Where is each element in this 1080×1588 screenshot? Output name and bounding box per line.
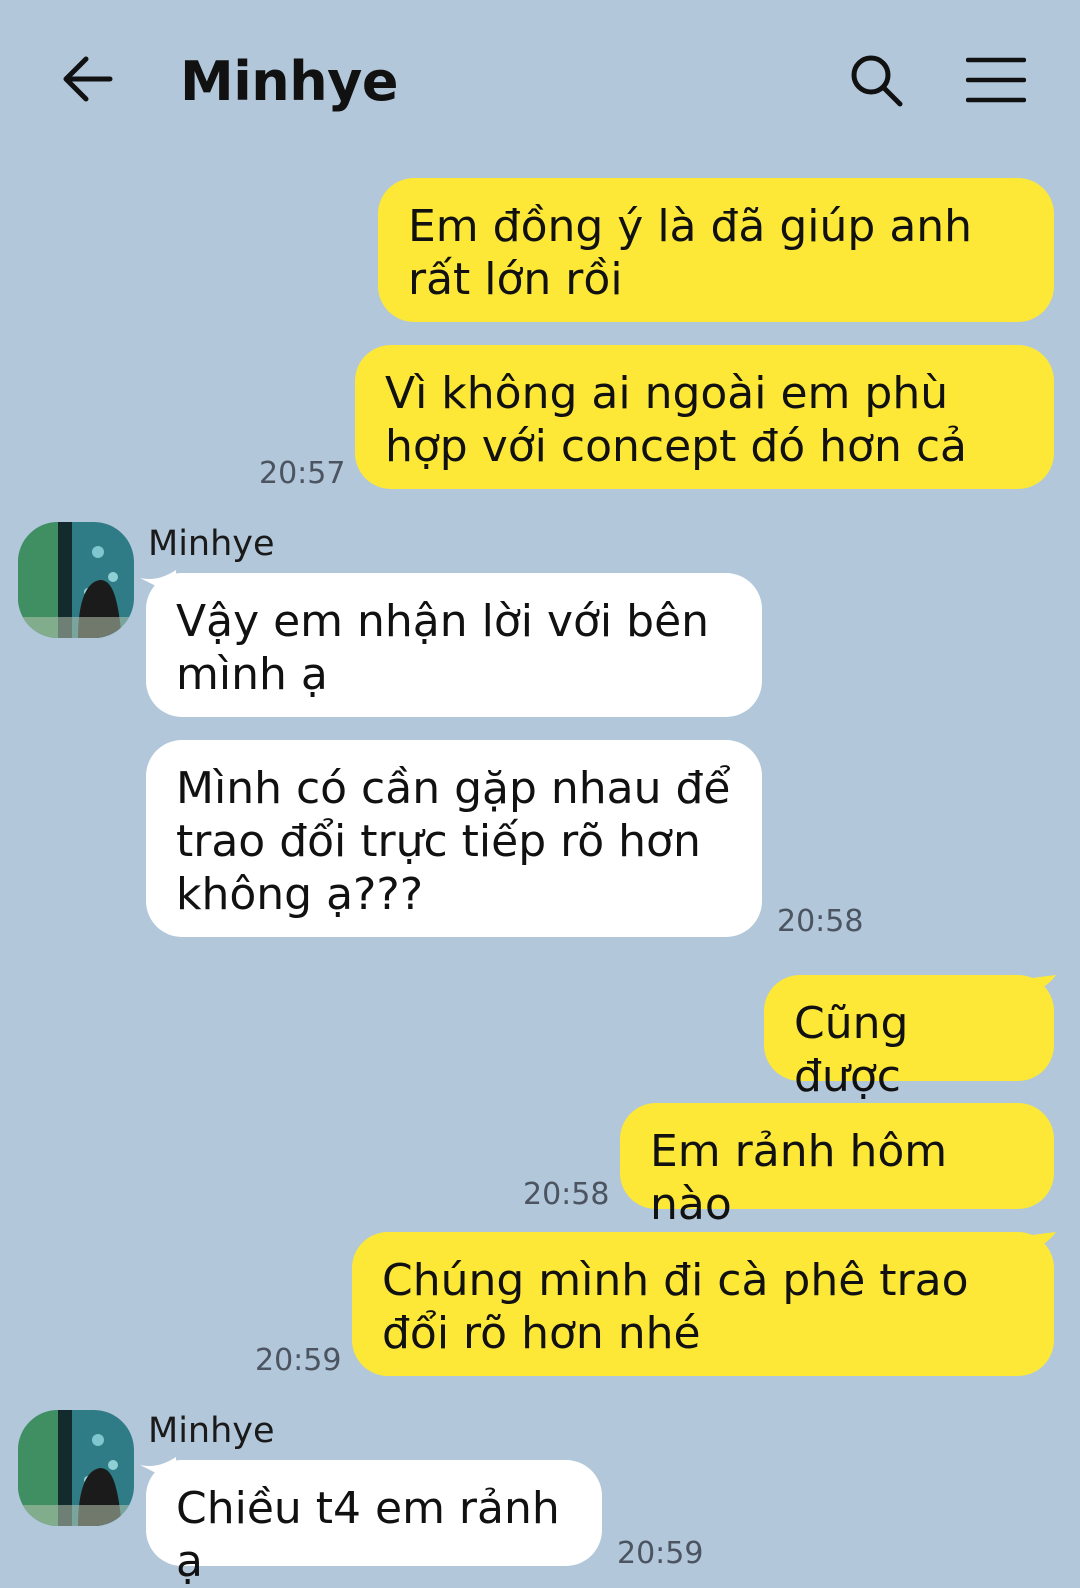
sender-name: Minhye	[148, 524, 275, 564]
their-message-bubble[interactable]: Vậy em nhận lời với bên mình ạ	[146, 573, 762, 717]
avatar-photo-icon	[18, 522, 134, 638]
bubble-tail	[1024, 1232, 1056, 1254]
my-message-bubble[interactable]: Chúng mình đi cà phê trao đổi rõ hơn nhé	[352, 1232, 1054, 1376]
their-message-bubble[interactable]: Mình có cần gặp nhau để trao đổi trực ti…	[146, 740, 762, 937]
search-icon[interactable]	[848, 52, 904, 108]
message-timestamp: 20:59	[617, 1536, 704, 1571]
message-timestamp: 20:58	[523, 1177, 610, 1212]
their-message-bubble[interactable]: Chiều t4 em rảnh ạ	[146, 1460, 602, 1587]
hamburger-menu-icon[interactable]	[966, 57, 1026, 103]
bubble-tail	[1024, 975, 1056, 997]
sender-name: Minhye	[148, 1411, 275, 1451]
contact-avatar[interactable]	[18, 1410, 134, 1526]
message-timestamp: 20:57	[259, 456, 346, 491]
contact-avatar[interactable]	[18, 522, 134, 638]
my-message-bubble[interactable]: Em rảnh hôm nào	[620, 1103, 1054, 1230]
message-timestamp: 20:59	[255, 1343, 342, 1378]
arrow-left-icon[interactable]	[58, 50, 116, 108]
my-message-bubble[interactable]: Em đồng ý là đã giúp anh rất lớn rồi	[378, 178, 1054, 322]
chat-header: Minhye	[0, 0, 1080, 165]
message-timestamp: 20:58	[777, 904, 864, 939]
avatar-photo-icon	[18, 1410, 134, 1526]
chat-title: Minhye	[180, 50, 398, 113]
my-message-bubble[interactable]: Cũng được	[764, 975, 1054, 1102]
my-message-bubble[interactable]: Vì không ai ngoài em phù hợp với concept…	[355, 345, 1054, 489]
